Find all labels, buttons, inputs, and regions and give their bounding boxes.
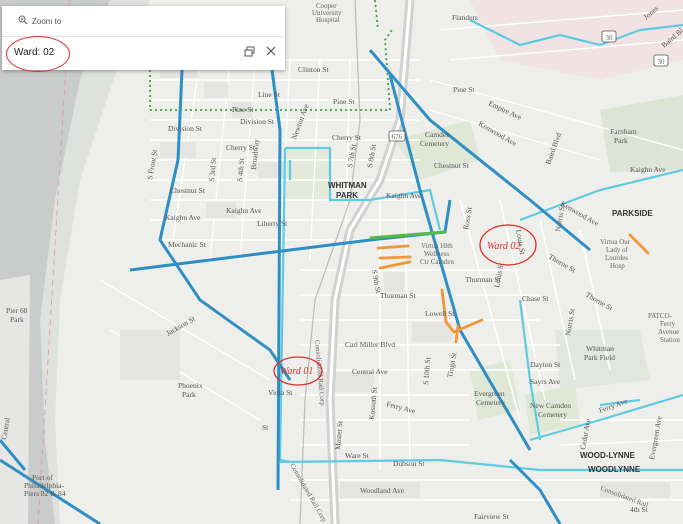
- svg-text:Liberty St: Liberty St: [257, 219, 288, 228]
- svg-text:Line St: Line St: [258, 90, 281, 99]
- ward-02-annotation: Ward 02: [487, 241, 520, 252]
- svg-text:Carl Miller Blvd: Carl Miller Blvd: [345, 340, 395, 349]
- svg-text:Kaighn Ave: Kaighn Ave: [630, 165, 666, 174]
- svg-text:Hospital: Hospital: [316, 16, 340, 24]
- zoom-to-button[interactable]: Zoom to: [18, 15, 61, 27]
- svg-text:Mechanic St: Mechanic St: [168, 240, 207, 249]
- svg-text:Chestnut St: Chestnut St: [170, 186, 206, 195]
- svg-text:New Camden: New Camden: [530, 401, 571, 410]
- svg-text:Farnham: Farnham: [610, 127, 637, 136]
- svg-text:Pine St: Pine St: [453, 85, 475, 94]
- svg-text:Park: Park: [182, 390, 196, 399]
- svg-text:Thurman St: Thurman St: [380, 291, 417, 300]
- svg-text:Park: Park: [614, 136, 628, 145]
- svg-text:Kaighn Ave: Kaighn Ave: [226, 206, 262, 215]
- svg-text:Hosp: Hosp: [610, 262, 625, 270]
- svg-text:Cemetery: Cemetery: [476, 398, 505, 407]
- svg-text:Central Ave: Central Ave: [352, 367, 388, 376]
- svg-text:St: St: [262, 423, 269, 432]
- ward-01-annotation: Ward 01: [280, 366, 313, 377]
- svg-text:Lourdes: Lourdes: [605, 254, 628, 262]
- svg-text:Pine St: Pine St: [232, 105, 254, 114]
- svg-text:Chase St: Chase St: [522, 294, 549, 303]
- svg-text:Flanders: Flanders: [452, 13, 478, 22]
- svg-text:Ctr Camden: Ctr Camden: [420, 258, 455, 266]
- svg-text:4th St: 4th St: [630, 505, 649, 514]
- route-30-shield-east: 30: [653, 54, 669, 67]
- whitman-park-area: [285, 148, 330, 200]
- svg-text:Ferry: Ferry: [660, 320, 676, 328]
- svg-text:Division St: Division St: [168, 124, 203, 133]
- svg-text:Park Field: Park Field: [584, 353, 615, 362]
- svg-text:Lowell St: Lowell St: [425, 309, 455, 318]
- zoom-to-label: Zoom to: [32, 16, 62, 26]
- svg-text:Evergreen: Evergreen: [474, 389, 505, 398]
- popup-toolbar: [243, 45, 277, 57]
- svg-text:Dubson St: Dubson St: [393, 459, 425, 468]
- svg-text:Wellness: Wellness: [424, 250, 449, 258]
- close-icon[interactable]: [265, 45, 277, 57]
- svg-text:Cemetery: Cemetery: [538, 410, 567, 419]
- dock-icon[interactable]: [243, 45, 255, 57]
- svg-text:Pier 68: Pier 68: [6, 306, 28, 315]
- svg-text:30: 30: [658, 58, 666, 66]
- svg-text:Phoenix: Phoenix: [178, 381, 203, 390]
- svg-text:PARKSIDE: PARKSIDE: [612, 209, 653, 218]
- svg-text:Cemetery: Cemetery: [420, 139, 449, 148]
- svg-text:PARK: PARK: [336, 191, 358, 200]
- svg-text:Station: Station: [660, 336, 680, 344]
- svg-text:676: 676: [392, 133, 403, 141]
- svg-text:WOODLYNNE: WOODLYNNE: [588, 465, 641, 474]
- svg-text:Kaighn Ave: Kaighn Ave: [386, 191, 422, 200]
- svg-text:Camden: Camden: [425, 130, 450, 139]
- svg-text:Whitman: Whitman: [586, 344, 614, 353]
- svg-text:Clinton St: Clinton St: [298, 65, 330, 74]
- svg-text:WOOD-LYNNE: WOOD-LYNNE: [580, 451, 635, 460]
- svg-text:Sayrs Ave: Sayrs Ave: [530, 377, 561, 386]
- map-canvas[interactable]: 30 30 676 Cooper University Hospital Cli…: [0, 0, 683, 524]
- svg-text:Pine St: Pine St: [333, 97, 355, 106]
- svg-text:30: 30: [606, 34, 614, 42]
- svg-text:Fairview St: Fairview St: [474, 512, 510, 521]
- svg-text:Division St: Division St: [240, 117, 275, 126]
- svg-text:Woodland Ave: Woodland Ave: [360, 486, 405, 495]
- svg-text:WHITMAN: WHITMAN: [328, 181, 367, 190]
- route-30-shield: 30: [601, 30, 617, 43]
- svg-text:Ware St: Ware St: [345, 451, 370, 460]
- svg-text:Lady of: Lady of: [606, 246, 629, 254]
- svg-text:Avenue: Avenue: [658, 328, 679, 336]
- svg-text:Kaighn Ave: Kaighn Ave: [165, 213, 201, 222]
- svg-text:Park: Park: [10, 315, 24, 324]
- route-676-shield: 676: [388, 130, 406, 142]
- svg-text:Virtua Hlth: Virtua Hlth: [421, 242, 453, 250]
- svg-text:Virtua Our: Virtua Our: [600, 238, 631, 246]
- svg-text:Cherry St: Cherry St: [332, 133, 362, 142]
- zoom-magnifier-icon: [18, 15, 28, 27]
- svg-text:Piers 82 & 84: Piers 82 & 84: [24, 489, 66, 498]
- popup-title-annotation: [6, 36, 70, 72]
- feature-popup: Zoom to Ward: 02: [2, 6, 285, 72]
- svg-text:PATCO-: PATCO-: [648, 312, 673, 320]
- svg-text:Chestnut St: Chestnut St: [434, 161, 470, 170]
- svg-text:Viola St: Viola St: [268, 388, 293, 397]
- svg-text:Dayton St: Dayton St: [530, 360, 561, 369]
